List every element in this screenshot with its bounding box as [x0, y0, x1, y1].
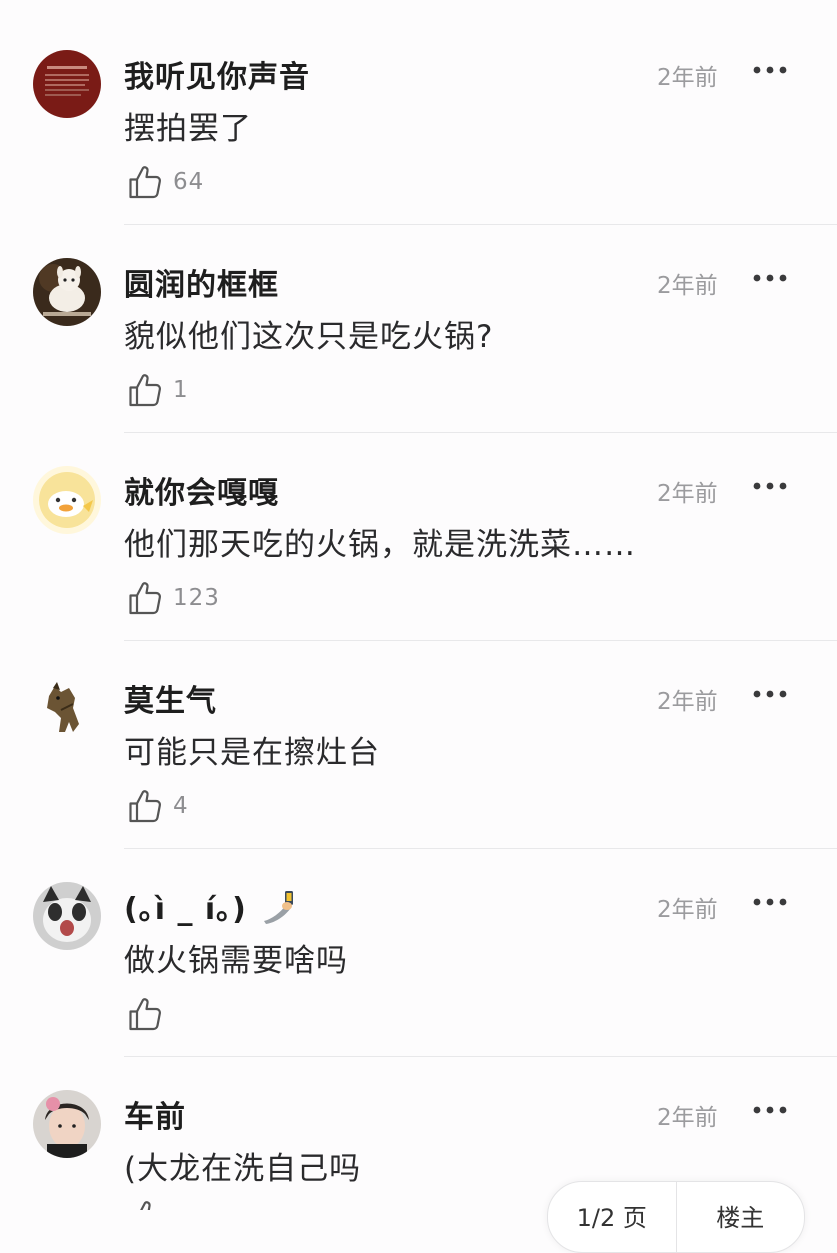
more-dots-icon[interactable] — [752, 476, 788, 496]
comment-item: 就你会嘎嘎 2年前 他们那天吃的火锅，就是洗洗菜…… 123 — [0, 416, 837, 641]
page-switcher: 1/2 页 楼主 — [547, 1181, 805, 1253]
like-count: 123 — [173, 585, 220, 611]
comment-time: 2年前 — [657, 1105, 718, 1131]
comment-time: 2年前 — [657, 65, 718, 91]
comment-text: 他们那天吃的火锅，就是洗洗菜…… — [124, 527, 636, 563]
like-button[interactable]: 4 — [127, 787, 189, 825]
op-only-button[interactable]: 楼主 — [677, 1182, 805, 1233]
girl-avatar[interactable] — [33, 1090, 101, 1158]
comment-time: 2年前 — [657, 689, 718, 715]
cartoon-duck-avatar[interactable] — [33, 466, 101, 534]
comment-username[interactable]: (｡ì _ í｡) — [124, 884, 296, 933]
phone-hand-emoji — [260, 889, 296, 933]
red-poster-avatar[interactable] — [33, 50, 101, 118]
like-button[interactable]: 123 — [127, 579, 220, 617]
comment-time: 2年前 — [657, 481, 718, 507]
thumbs-up-icon[interactable] — [129, 1199, 159, 1210]
thumbs-up-icon — [127, 372, 163, 408]
like-button[interactable]: 1 — [127, 371, 189, 409]
comment-text: 做火锅需要啥吗 — [124, 943, 348, 979]
comment-time: 2年前 — [657, 273, 718, 299]
comment-text: (大龙在洗自己吗 — [124, 1151, 362, 1187]
like-button[interactable]: 64 — [127, 163, 204, 201]
like-count: 1 — [173, 377, 189, 403]
thumbs-up-icon — [127, 996, 163, 1032]
like-count: 64 — [173, 169, 205, 195]
like-button[interactable] — [127, 995, 173, 1033]
more-dots-icon[interactable] — [752, 60, 788, 80]
comment-text: 可能只是在擦灶台 — [124, 735, 380, 771]
comment-username[interactable]: 莫生气 — [124, 676, 217, 720]
more-dots-icon[interactable] — [752, 268, 788, 288]
comment-username[interactable]: 圆润的框框 — [124, 260, 279, 304]
comment-item: 圆润的框框 2年前 貌似他们这次只是吃火锅? 1 — [0, 208, 837, 433]
horse-avatar[interactable] — [33, 674, 101, 742]
more-dots-icon[interactable] — [752, 1100, 788, 1120]
comment-username[interactable]: 就你会嘎嘎 — [124, 468, 279, 512]
more-dots-icon[interactable] — [752, 892, 788, 912]
username-text: (｡ì _ í｡) — [124, 892, 247, 927]
comment-item: 我听见你声音 2年前 摆拍罢了 64 — [0, 0, 837, 225]
comment-item: 莫生气 2年前 可能只是在擦灶台 4 — [0, 624, 837, 849]
thumbs-up-icon — [127, 164, 163, 200]
thumbs-up-icon — [127, 580, 163, 616]
thumbs-up-icon — [127, 788, 163, 824]
more-dots-icon[interactable] — [752, 684, 788, 704]
page-indicator[interactable]: 1/2 页 — [548, 1182, 676, 1233]
comment-text: 摆拍罢了 — [124, 111, 252, 147]
like-count: 4 — [173, 793, 189, 819]
comment-username[interactable]: 我听见你声音 — [124, 52, 310, 96]
comment-username[interactable]: 车前 — [124, 1092, 186, 1136]
comment-text: 貌似他们这次只是吃火锅? — [124, 319, 494, 355]
comment-list: 我听见你声音 2年前 摆拍罢了 64 圆润的框框 2年前 貌似他们这次只是吃火锅… — [0, 0, 837, 1248]
comment-time: 2年前 — [657, 897, 718, 923]
cat-avatar[interactable] — [33, 882, 101, 950]
alpaca-avatar[interactable] — [33, 258, 101, 326]
comment-item: (｡ì _ í｡) 2年前 做火锅需要啥吗 — [0, 832, 837, 1057]
